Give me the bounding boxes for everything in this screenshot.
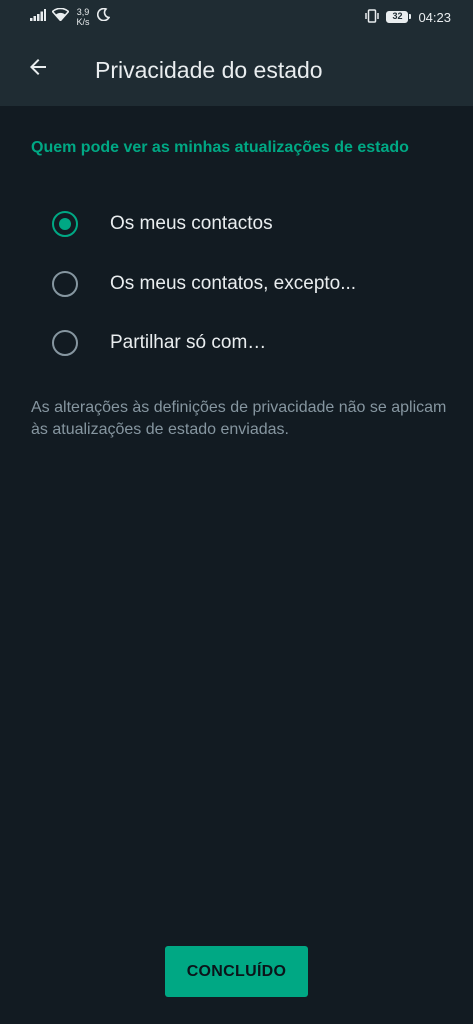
signal-icon [30, 8, 46, 26]
battery-icon: 32 [386, 11, 412, 23]
option-label: Os meus contatos, excepto... [110, 273, 357, 294]
toolbar: Privacidade do estado [0, 33, 473, 106]
network-speed-value: 3,9 [76, 7, 90, 17]
radio-checked-icon[interactable] [52, 211, 78, 237]
vibrate-icon [364, 8, 380, 26]
privacy-note: As alterações às definições de privacida… [31, 399, 447, 438]
option-label: Os meus contactos [110, 213, 273, 234]
network-speed: 3,9 K/s [75, 7, 91, 27]
radio-unchecked-icon[interactable] [52, 330, 78, 356]
moon-icon [96, 7, 111, 26]
wifi-icon [51, 7, 70, 26]
page-title: Privacidade do estado [95, 57, 323, 83]
clock: 04:23 [418, 9, 451, 25]
option-share-only-with[interactable]: Partilhar só com… [0, 314, 473, 370]
status-bar-right: 32 04:23 [364, 8, 451, 26]
status-privacy-screen: 3,9 K/s 32 04:23 Privacidade do estado Q… [0, 0, 473, 1024]
option-contacts-except[interactable]: Os meus contatos, excepto... [0, 255, 473, 311]
back-button[interactable] [16, 47, 60, 91]
network-speed-unit: K/s [76, 17, 90, 27]
option-my-contacts[interactable]: Os meus contactos [0, 195, 473, 251]
section-header: Quem pode ver as minhas atualizações de … [31, 139, 409, 156]
arrow-left-icon [26, 55, 50, 84]
option-label: Partilhar só com… [110, 332, 267, 353]
done-button[interactable]: CONCLUÍDO [165, 946, 308, 997]
status-bar-left: 3,9 K/s [30, 6, 111, 28]
status-bar: 3,9 K/s 32 04:23 [0, 0, 473, 33]
radio-unchecked-icon[interactable] [52, 271, 78, 297]
